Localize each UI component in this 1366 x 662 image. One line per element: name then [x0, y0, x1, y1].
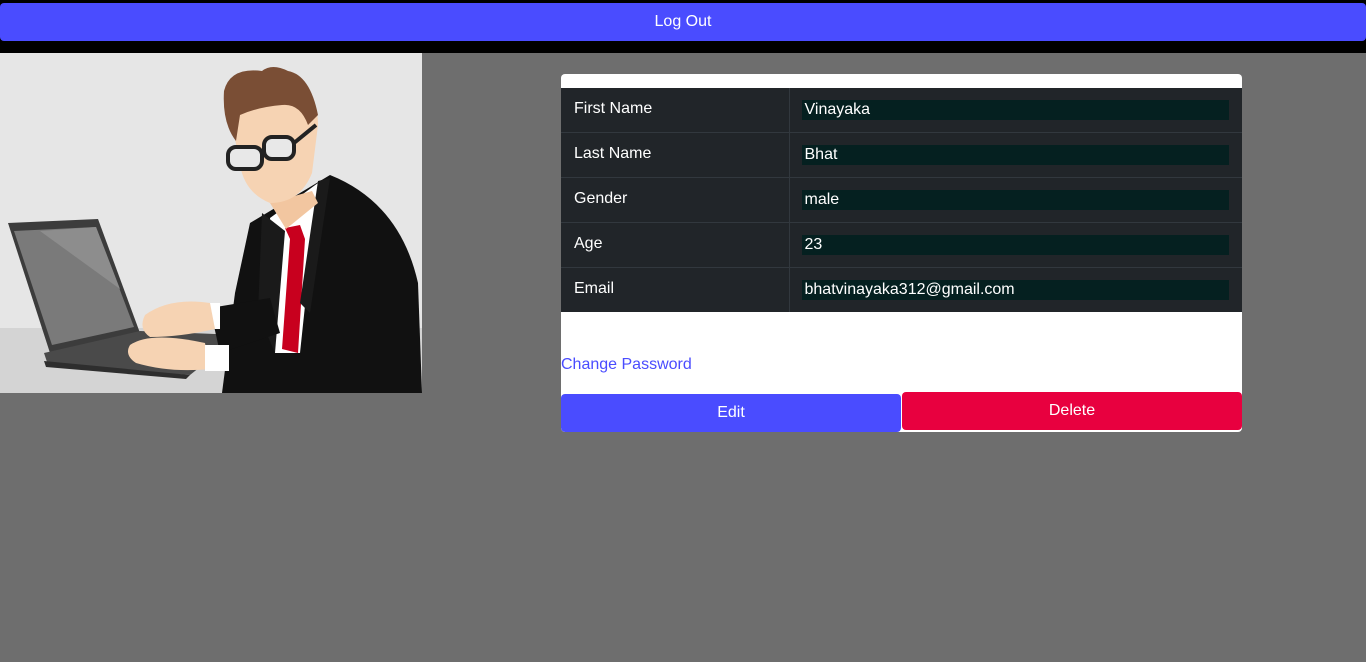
logout-button[interactable]: Log Out: [0, 3, 1366, 41]
table-row: Last Name Bhat: [561, 132, 1242, 178]
table-row: Gender male: [561, 177, 1242, 223]
gender-value[interactable]: male: [801, 190, 1229, 210]
delete-button[interactable]: Delete: [902, 392, 1242, 430]
profile-illustration: [0, 53, 422, 393]
email-value[interactable]: bhatvinayaka312@gmail.com: [801, 280, 1229, 300]
change-password-link[interactable]: Change Password: [561, 356, 692, 374]
email-label: Email: [561, 267, 790, 312]
table-row: First Name Vinayaka: [561, 88, 1242, 133]
gender-label: Gender: [561, 177, 790, 223]
first-name-label: First Name: [561, 88, 790, 133]
last-name-value[interactable]: Bhat: [801, 145, 1229, 165]
edit-button[interactable]: Edit: [561, 394, 901, 432]
age-value[interactable]: 23: [801, 235, 1229, 255]
profile-card: First Name Vinayaka Last Name Bhat Gende…: [561, 74, 1242, 432]
profile-table: First Name Vinayaka Last Name Bhat Gende…: [561, 88, 1242, 312]
first-name-value[interactable]: Vinayaka: [801, 100, 1229, 120]
last-name-label: Last Name: [561, 132, 790, 178]
table-row: Age 23: [561, 222, 1242, 268]
man-at-laptop-illustration: [0, 53, 422, 393]
age-label: Age: [561, 222, 790, 268]
table-row: Email bhatvinayaka312@gmail.com: [561, 267, 1242, 312]
top-bar: Log Out: [0, 0, 1366, 53]
